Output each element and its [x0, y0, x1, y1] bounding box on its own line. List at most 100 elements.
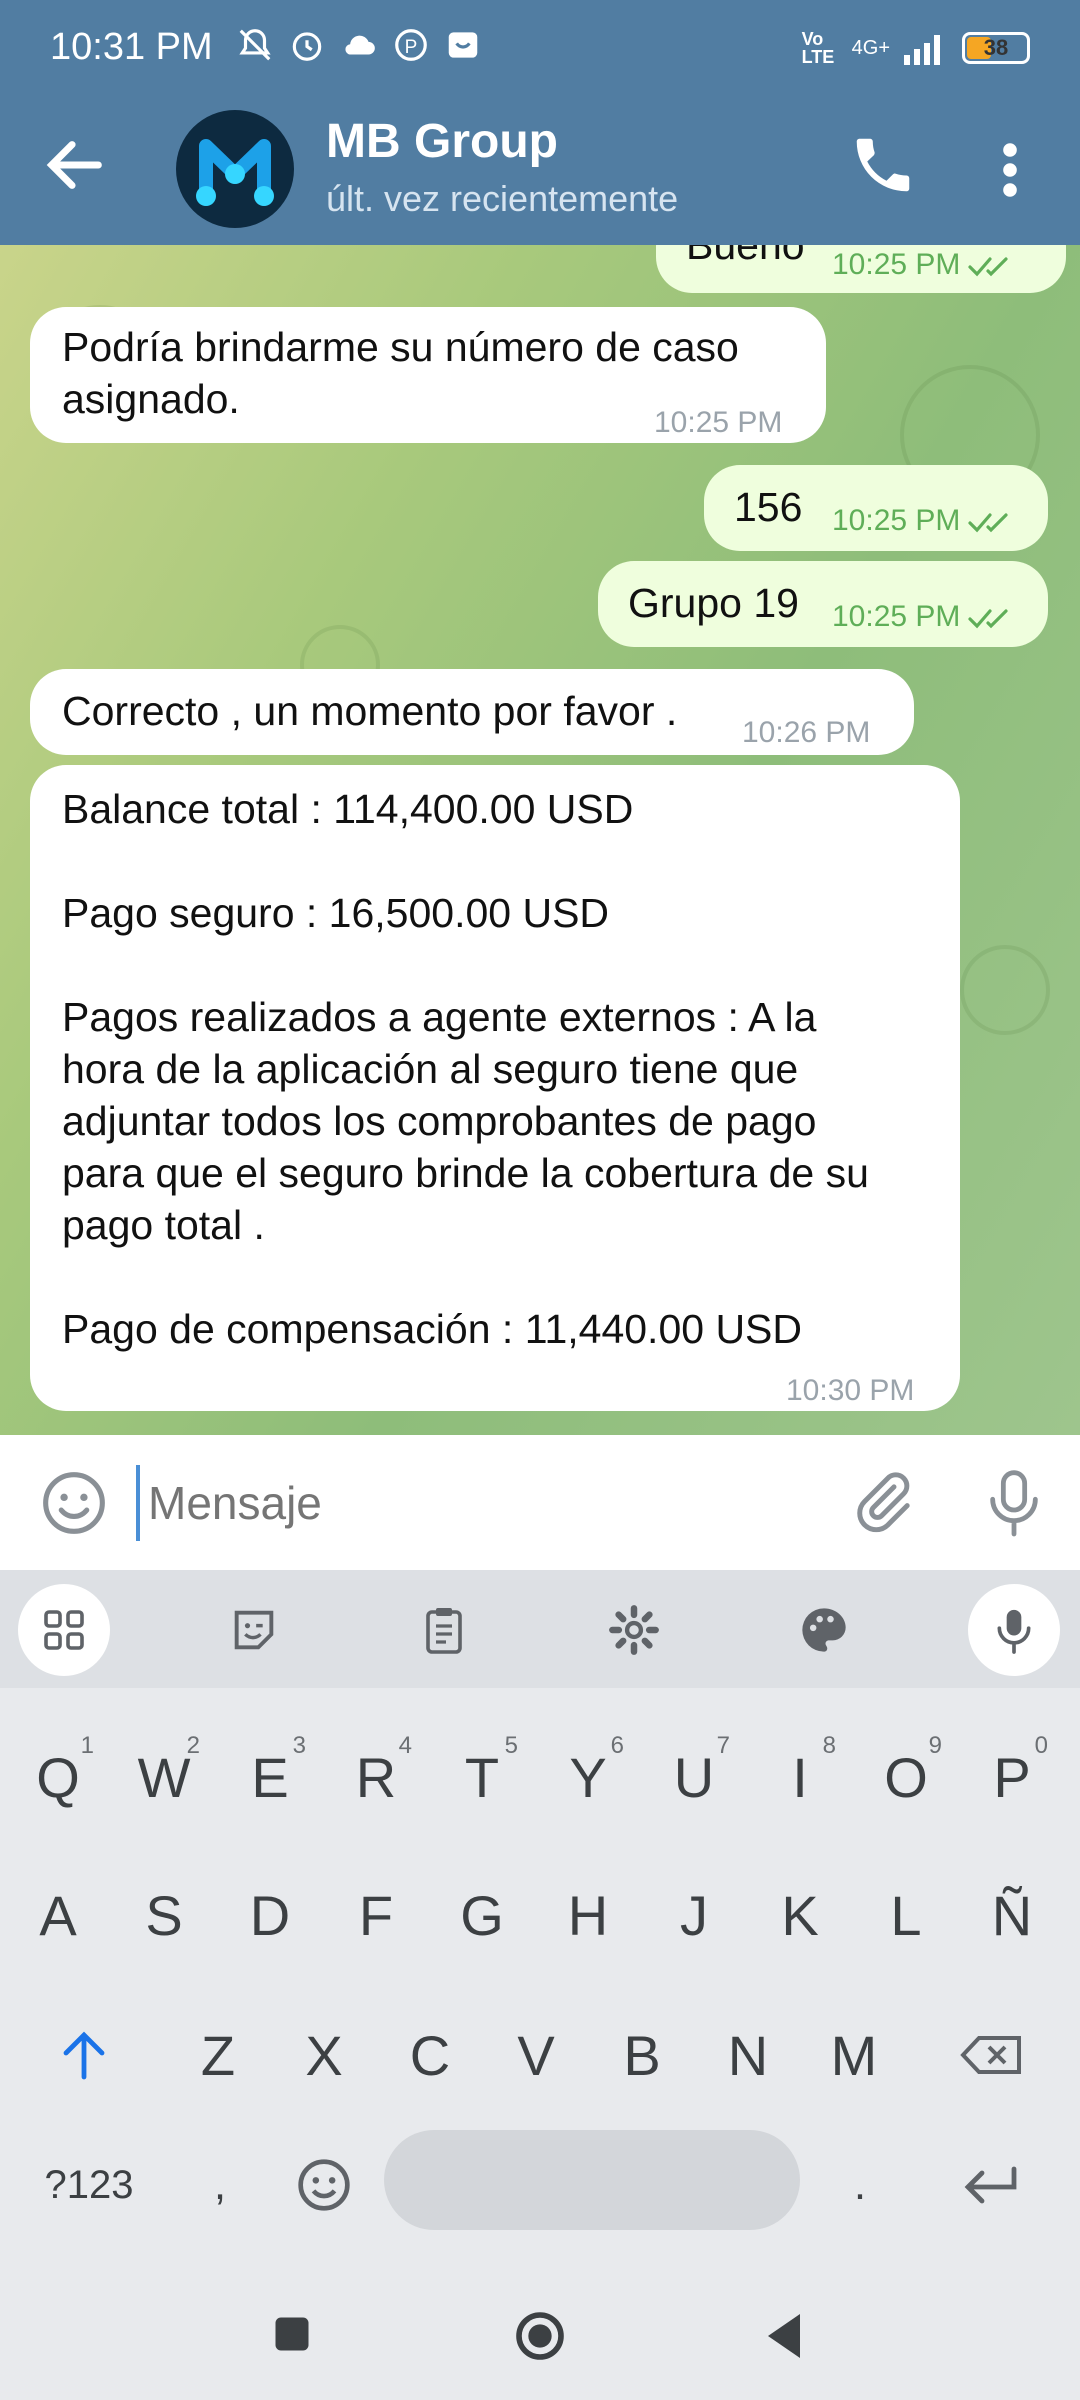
- key-o[interactable]: O9: [856, 1722, 956, 1832]
- chat-header: MB Group últ. vez recientemente: [0, 100, 1080, 245]
- key-v[interactable]: V: [486, 2000, 586, 2110]
- symbols-key[interactable]: ?123: [34, 2130, 144, 2240]
- mb-logo-icon: [196, 139, 274, 206]
- double-check-icon: [968, 609, 1009, 629]
- backspace-key[interactable]: [942, 2000, 1042, 2110]
- key-u[interactable]: U7: [644, 1722, 744, 1832]
- sticker-button[interactable]: [208, 1584, 300, 1676]
- message-time: 10:25 PM: [832, 591, 1012, 643]
- message-bubble-outgoing[interactable]: Bueno 10:25 PM: [656, 245, 1066, 293]
- shift-key[interactable]: [34, 2000, 134, 2110]
- key-r[interactable]: R4: [326, 1722, 426, 1832]
- message-bubble-outgoing[interactable]: Grupo 19 10:25 PM: [598, 561, 1048, 647]
- back-arrow-icon[interactable]: [40, 130, 110, 200]
- key-t[interactable]: T5: [432, 1722, 532, 1832]
- message-line: para que el seguro brinde la cobertura d…: [62, 1150, 869, 1196]
- key-h[interactable]: H: [538, 1860, 638, 1970]
- svg-text:P: P: [405, 37, 418, 58]
- comma-key[interactable]: ,: [170, 2130, 270, 2240]
- network-label: 4G+: [851, 36, 890, 59]
- emoji-key[interactable]: [274, 2130, 374, 2240]
- apps-grid-icon: [44, 1610, 84, 1650]
- enter-key[interactable]: [940, 2130, 1040, 2240]
- key-p[interactable]: P0: [962, 1722, 1062, 1832]
- keyboard-apps-button[interactable]: [18, 1584, 110, 1676]
- message-line: Pago de compensación : 11,440.00 USD: [62, 1306, 803, 1352]
- key-l[interactable]: L: [856, 1860, 956, 1970]
- message-bubble-incoming[interactable]: Podría brindarme su número de caso asign…: [30, 307, 826, 443]
- enter-arrow-icon: [964, 2166, 1017, 2204]
- key-q[interactable]: Q1: [8, 1722, 108, 1832]
- message-text: Bueno: [686, 245, 805, 268]
- double-check-icon: [968, 257, 1009, 277]
- key-w[interactable]: W2: [114, 1722, 214, 1832]
- key-enye[interactable]: Ñ: [962, 1860, 1062, 1970]
- key-y[interactable]: Y6: [538, 1722, 638, 1832]
- message-bubble-incoming[interactable]: Correcto , un momento por favor . 10:26 …: [30, 669, 914, 755]
- key-j[interactable]: J: [644, 1860, 744, 1970]
- message-line: [62, 835, 869, 887]
- key-f[interactable]: F: [326, 1860, 426, 1970]
- key-s[interactable]: S: [114, 1860, 214, 1970]
- notification-icon: [448, 32, 478, 58]
- key-c[interactable]: C: [380, 2000, 480, 2110]
- chat-title[interactable]: MB Group: [326, 114, 558, 169]
- palette-icon: [802, 1608, 846, 1652]
- key-a[interactable]: A: [8, 1860, 108, 1970]
- chat-messages[interactable]: Bueno 10:25 PM Podría brindarme su númer…: [0, 245, 1080, 1435]
- key-k[interactable]: K: [750, 1860, 850, 1970]
- period-key[interactable]: .: [810, 2130, 910, 2240]
- key-x[interactable]: X: [274, 2000, 374, 2110]
- space-bar[interactable]: [384, 2130, 800, 2230]
- home-icon[interactable]: [512, 2308, 568, 2364]
- gear-icon: [609, 1605, 659, 1655]
- message-text: Correcto , un momento por favor .: [62, 688, 678, 734]
- recents-icon[interactable]: [270, 2312, 314, 2356]
- message-line: adjuntar todos los comprobantes de pago: [62, 1098, 817, 1144]
- emoji-icon[interactable]: [40, 1469, 108, 1537]
- app-icon: P: [395, 29, 427, 61]
- attach-icon[interactable]: [850, 1469, 916, 1535]
- system-nav-bar: [0, 2270, 1080, 2400]
- key-b[interactable]: B: [592, 2000, 692, 2110]
- status-icons: P: [236, 26, 482, 64]
- key-d[interactable]: D: [220, 1860, 320, 1970]
- message-bubble-outgoing[interactable]: 156 10:25 PM: [704, 465, 1048, 551]
- double-check-icon: [968, 513, 1009, 533]
- status-right: Vo LTE 4G+ 38: [802, 30, 1030, 66]
- emoji-icon: [298, 2159, 350, 2211]
- more-options-icon[interactable]: [990, 140, 1030, 200]
- message-time: 10:25 PM: [832, 495, 1012, 547]
- key-n[interactable]: N: [698, 2000, 798, 2110]
- message-line: Pago seguro : 16,500.00 USD: [62, 890, 610, 936]
- backspace-icon: [960, 2036, 1021, 2074]
- key-z[interactable]: Z: [168, 2000, 268, 2110]
- key-g[interactable]: G: [432, 1860, 532, 1970]
- message-time: 10:25 PM: [832, 245, 1012, 291]
- key-e[interactable]: E3: [220, 1722, 320, 1832]
- voice-input-button[interactable]: [968, 1584, 1060, 1676]
- time-text: 10:25 PM: [832, 248, 961, 281]
- microphone-icon[interactable]: [982, 1467, 1046, 1537]
- key-m[interactable]: M: [804, 2000, 904, 2110]
- time-text: 10:25 PM: [832, 504, 961, 537]
- clipboard-icon: [426, 1608, 462, 1654]
- clipboard-button[interactable]: [398, 1584, 490, 1676]
- message-line: pago total .: [62, 1202, 265, 1248]
- back-icon[interactable]: [760, 2310, 808, 2362]
- theme-button[interactable]: [778, 1584, 870, 1676]
- message-input[interactable]: [136, 1465, 816, 1541]
- key-i[interactable]: I8: [750, 1722, 850, 1832]
- signal-icon: [904, 35, 940, 65]
- message-line: [62, 1251, 869, 1303]
- settings-button[interactable]: [588, 1584, 680, 1676]
- phone-icon[interactable]: [848, 130, 918, 200]
- status-bar: 10:31 PM P Vo LTE 4G+ 38: [0, 0, 1080, 100]
- sticker-icon: [234, 1610, 274, 1650]
- keyboard-toolbar: [0, 1570, 1080, 1688]
- message-text: Grupo 19: [628, 580, 799, 626]
- last-seen-status: últ. vez recientemente: [326, 178, 679, 219]
- avatar[interactable]: [176, 110, 294, 228]
- message-bubble-incoming[interactable]: Balance total : 114,400.00 USD Pago segu…: [30, 765, 960, 1411]
- keyboard: Q1 W2 E3 R4 T5 Y6 U7 I8 O9 P0 A S D F G …: [0, 1570, 1080, 2400]
